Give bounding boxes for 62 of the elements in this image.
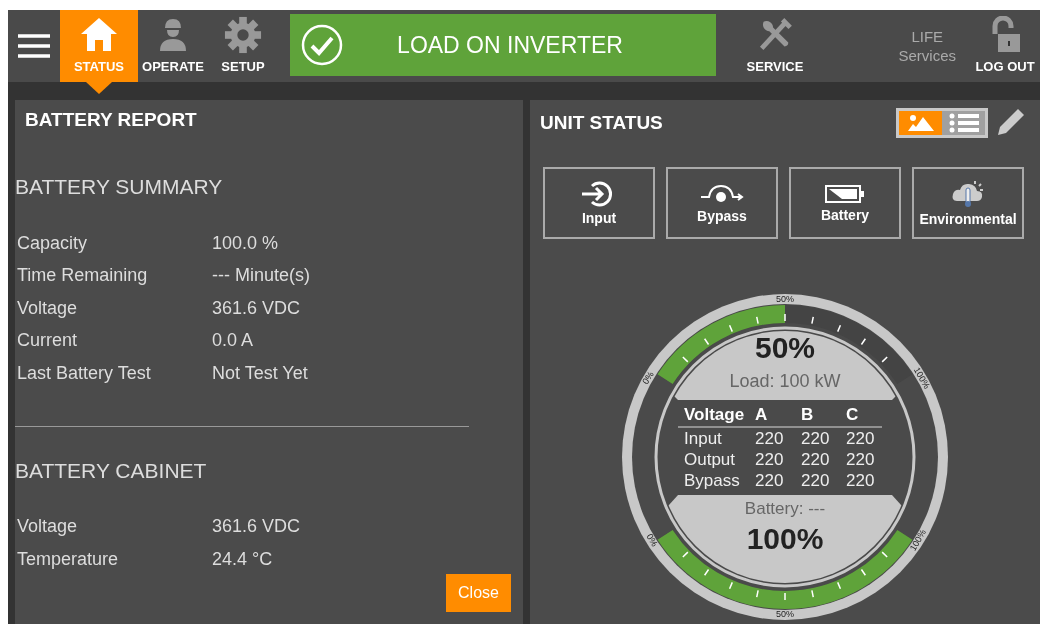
- gear-icon: [223, 16, 263, 54]
- load-caption: Load: 100 kW: [729, 371, 841, 391]
- table-cell: 220: [801, 450, 830, 469]
- nav-tab[interactable]: OPERATE: [138, 10, 208, 82]
- table-cell: Output: [684, 450, 736, 469]
- house-icon: [79, 16, 119, 52]
- field-value: 100.0 %: [212, 232, 279, 254]
- mountain-image-icon: [906, 114, 935, 132]
- field-label: Temperature: [17, 548, 120, 570]
- table-cell: 220: [846, 429, 875, 448]
- field-label: Voltage: [17, 297, 79, 319]
- status-tile[interactable]: Input: [543, 167, 655, 239]
- field-value: --- Minute(s): [212, 265, 310, 287]
- table-header: C: [846, 405, 859, 424]
- padlock-icon: [990, 16, 1020, 54]
- field-value: 361.6 VDC: [212, 516, 301, 538]
- status-tile[interactable]: Battery: [789, 167, 901, 239]
- battery-icon: [824, 183, 866, 205]
- table-cell: 220: [755, 450, 784, 469]
- field-label: Capacity: [17, 232, 89, 254]
- table-cell: Input: [684, 429, 722, 448]
- section-heading: BATTERY CABINET: [15, 458, 208, 483]
- field-value: 24.4 °C: [212, 548, 273, 570]
- scale-label: 0%: [640, 369, 656, 387]
- menu-icon: [17, 33, 51, 59]
- list-icon: [948, 113, 979, 133]
- battery-caption: Battery: ---: [744, 499, 826, 518]
- table-cell: 220: [801, 471, 830, 490]
- scale-label: 50%: [776, 293, 794, 304]
- section-heading: BATTERY SUMMARY: [15, 175, 224, 199]
- table-header: Voltage: [684, 405, 745, 424]
- cloud-thermometer-icon: [951, 179, 985, 209]
- status-tile[interactable]: Environmental: [912, 167, 1024, 239]
- field-value: Not Test Yet: [212, 362, 308, 384]
- status-tile[interactable]: Bypass: [666, 167, 778, 239]
- panel-title: UNIT STATUS: [540, 112, 663, 134]
- field-label: Time Remaining: [17, 265, 149, 287]
- scale-label: 0%: [644, 532, 660, 549]
- status-text: LOAD ON INVERTER: [396, 31, 624, 59]
- life-services-link[interactable]: LIFE Services: [898, 26, 956, 66]
- battery-percent: 100%: [746, 522, 824, 555]
- load-percent: 50%: [755, 331, 815, 364]
- nav-tab[interactable]: SETUP: [208, 10, 278, 82]
- field-label: Current: [17, 330, 79, 352]
- table-header: A: [755, 405, 768, 424]
- table-cell: 220: [801, 429, 830, 448]
- scale-label: 50%: [776, 608, 794, 619]
- service-button[interactable]: SERVICE: [740, 10, 810, 82]
- table-cell: Bypass: [684, 471, 740, 490]
- check-circle-icon: [300, 23, 344, 67]
- table-cell: 220: [846, 450, 875, 469]
- field-label: Last Battery Test: [17, 362, 152, 384]
- field-value: 361.6 VDC: [212, 297, 301, 319]
- table-cell: 220: [755, 429, 784, 448]
- panel-title: BATTERY REPORT: [24, 108, 198, 131]
- table-header: B: [801, 405, 814, 424]
- table-cell: 220: [846, 471, 875, 490]
- field-value: 0.0 A: [212, 330, 254, 352]
- field-label: Voltage: [17, 516, 79, 538]
- table-cell: 220: [755, 471, 784, 490]
- worker-icon: [158, 16, 188, 52]
- logout-button[interactable]: LOG OUT: [970, 10, 1040, 82]
